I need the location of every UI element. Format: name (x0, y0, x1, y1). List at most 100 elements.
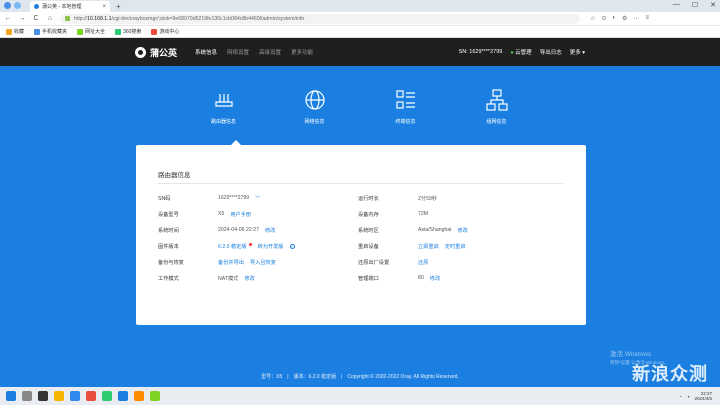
info-row-reboot: 重启设备 立即重启 定时重启 (358, 243, 468, 250)
info-value: 1629****2799 (218, 195, 250, 201)
scheduled-reboot-link[interactable]: 定时重启 (445, 243, 466, 250)
browser-toolbar: ← → C ⌂ http://10.168.1.1/cgi-bin/oraybo… (0, 12, 720, 26)
nav-router-info-label: 路由器信息 (210, 119, 236, 125)
more-icon[interactable]: ⋯ (633, 15, 639, 22)
address-bar[interactable]: http://10.168.1.1/cgi-bin/orayboxmgr/;st… (60, 13, 580, 24)
os-taskbar: ◔ ◑ 22:27 2024/4/6 (0, 387, 720, 405)
settings-icon[interactable]: ⚙ (622, 15, 627, 22)
info-row-mode: 工作模式 NAT模式 修改 (158, 275, 295, 282)
browser-tab-strip: 蒲公英 - 本地管理 × + — ☐ ✕ (0, 0, 720, 12)
volume-icon[interactable]: ◑ (687, 394, 690, 399)
browser-taskbar-icon[interactable] (118, 391, 128, 401)
nav-terminal-info-label: 终端信息 (395, 119, 416, 125)
factory-reset-link[interactable]: 还原 (418, 259, 428, 266)
import-restore-link[interactable]: 导入且恢复 (250, 259, 276, 266)
sn-label: SN: 1629****2799 (458, 49, 503, 55)
info-key: 设备内存 (358, 211, 379, 218)
switch-dev-link[interactable]: 转为开发版 (258, 243, 284, 250)
info-row-firmware: 固件版本 6.2.0 稳定版 转为开发版 i (158, 242, 295, 250)
bookmark-item[interactable]: 游戏中心 (151, 28, 179, 35)
taskbar-app-icon[interactable] (134, 391, 144, 401)
new-tab-button[interactable]: + (116, 2, 121, 11)
info-column-right: 运行时长 2分59秒 设备内存 72M 系统时区 Asia/Shanghai 修改… (358, 195, 468, 282)
nav-mesh-info[interactable]: 组网信息 (479, 88, 515, 125)
info-value: NAT模式 (218, 275, 239, 282)
taskbar-app-icon[interactable] (150, 391, 160, 401)
maximize-button[interactable]: ☐ (692, 1, 698, 9)
browser-window-icons (4, 2, 21, 9)
bookmark-site-icon (77, 28, 84, 35)
reload-button[interactable]: C (32, 15, 40, 22)
firmware-version-link[interactable]: 6.2.0 稳定版 (218, 243, 247, 250)
sn-expand-icon[interactable]: ﹀ (255, 195, 260, 202)
wifi-icon[interactable]: ◔ (679, 394, 682, 399)
info-key: 运行时长 (358, 195, 379, 202)
divider (158, 183, 564, 184)
main-menu: 系统信息 网络设置 高级设置 更多功能 (195, 48, 313, 56)
browser-tab[interactable]: 蒲公英 - 本地管理 × (30, 1, 110, 12)
brand-name: 蒲公英 (150, 47, 178, 58)
minimize-button[interactable]: — (673, 1, 680, 9)
back-button[interactable]: ← (4, 15, 12, 22)
export-log-link[interactable]: 导出日志 (540, 48, 562, 56)
info-row-port: 管理端口 80 修改 (358, 275, 468, 282)
bookmark-item[interactable]: 网址大全 (77, 28, 105, 35)
search-icon[interactable] (22, 391, 32, 401)
info-row-timezone: 系统时区 Asia/Shanghai 修改 (358, 227, 468, 234)
address-text: http://10.168.1.1/cgi-bin/orayboxmgr/;st… (74, 15, 305, 22)
extension-icon[interactable]: ⊙ (601, 15, 606, 22)
list-icon (395, 90, 415, 109)
taskbar-app-icon[interactable] (70, 391, 80, 401)
info-icon[interactable]: i (289, 243, 295, 249)
info-key: 还原出厂设置 (358, 259, 390, 266)
favorite-icon[interactable]: ☆ (590, 15, 595, 22)
forward-button[interactable]: → (18, 15, 26, 22)
nav-router-info[interactable]: 路由器信息 (206, 88, 242, 125)
info-value: 80 (418, 275, 424, 281)
more-dropdown[interactable]: 更多 ▾ (570, 48, 585, 56)
home-button[interactable]: ⌂ (46, 15, 54, 22)
taskbar-app-icon[interactable] (86, 391, 96, 401)
taskbar-app-icon[interactable] (102, 391, 112, 401)
bookmark-game-icon (151, 28, 158, 35)
reboot-now-link[interactable]: 立即重启 (418, 243, 439, 250)
info-key: 固件版本 (158, 243, 179, 250)
theme-icon[interactable]: ◐ (612, 15, 616, 22)
tab-close-icon[interactable]: × (102, 4, 106, 10)
brand-logo[interactable]: 蒲公英 (135, 46, 177, 59)
menu-more-features[interactable]: 更多功能 (291, 48, 313, 56)
close-window-button[interactable]: ✕ (710, 1, 716, 9)
nav-terminal-info[interactable]: 终端信息 (388, 88, 424, 125)
router-header: 蒲公英 系统信息 网络设置 高级设置 更多功能 SN: 1629****2799… (0, 38, 720, 66)
bookmark-item[interactable]: 手机收藏夹 (34, 28, 67, 35)
info-nav: 路由器信息 网络信息 终端信息 组网信息 (0, 88, 720, 125)
nav-network-info-label: 网络信息 (304, 119, 325, 125)
edit-mode-link[interactable]: 修改 (244, 275, 254, 282)
update-badge-icon (248, 242, 252, 246)
secure-icon (65, 16, 70, 21)
menu-network-settings[interactable]: 网络设置 (227, 48, 249, 56)
task-view-icon[interactable] (38, 391, 48, 401)
cloud-manage-link[interactable]: ● 云管理 (510, 48, 531, 56)
info-row-time: 系统时间 2024-04-06 22:27 修改 (158, 227, 295, 234)
nav-network-info[interactable]: 网络信息 (297, 88, 333, 125)
browser-menu-button[interactable]: ≡ (645, 15, 649, 22)
info-key: 系统时区 (358, 227, 379, 234)
bookmark-item[interactable]: 360搜索 (115, 28, 141, 35)
tab-overview-icon[interactable] (14, 2, 21, 9)
menu-system-info[interactable]: 系统信息 (195, 48, 217, 56)
backup-export-link[interactable]: 备份并导出 (218, 259, 244, 266)
edit-port-link[interactable]: 修改 (430, 275, 440, 282)
nav-mesh-info-label: 组网信息 (486, 119, 507, 125)
user-manual-link[interactable]: 用户手册 (230, 211, 251, 218)
start-button[interactable] (6, 391, 16, 401)
toolbar-extension-icons: ☆ ⊙ ◐ ⚙ ⋯ ≡ (590, 15, 649, 22)
info-value: 2024-04-06 22:27 (218, 227, 259, 233)
bookmark-item[interactable]: 收藏 (6, 28, 24, 35)
info-key: SN码 (158, 195, 171, 202)
menu-advanced-settings[interactable]: 高级设置 (259, 48, 281, 56)
clock[interactable]: 22:27 2024/4/6 (694, 391, 712, 401)
edit-time-link[interactable]: 修改 (265, 227, 275, 234)
file-explorer-icon[interactable] (54, 391, 64, 401)
edit-timezone-link[interactable]: 修改 (457, 227, 467, 234)
